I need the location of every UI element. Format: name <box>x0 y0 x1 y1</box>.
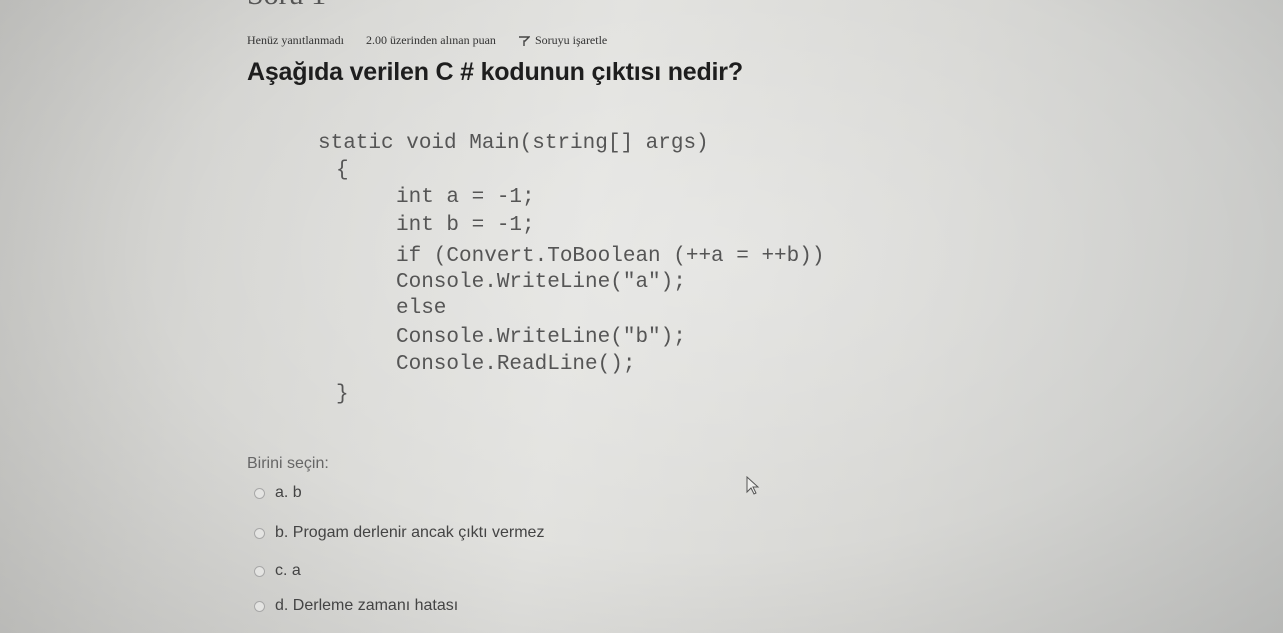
answer-option-d[interactable]: d. Derleme zamanı hatası <box>254 597 458 615</box>
question-info: Henüz yanıtlanmadı 2.00 üzerinden alınan… <box>247 33 607 48</box>
radio-button[interactable] <box>254 527 265 539</box>
flag-icon <box>518 35 530 46</box>
answer-label: b. Progam derlenir ancak çıktı vermez <box>275 524 545 541</box>
radio-button[interactable] <box>254 565 265 577</box>
flag-question-button[interactable]: Soruyu işaretle <box>518 33 607 48</box>
answer-option-a[interactable]: a. b <box>254 484 302 502</box>
code-line: int b = -1; <box>396 214 535 237</box>
code-line: else <box>396 297 447 320</box>
question-grade: 2.00 üzerinden alınan puan <box>365 33 496 47</box>
code-block: static void Main(string[] args) { int a … <box>318 128 918 418</box>
answer-option-c[interactable]: c. a <box>254 562 301 580</box>
code-line: { <box>336 159 349 182</box>
question-number: Soru 1 <box>247 0 326 12</box>
code-line: } <box>336 383 349 406</box>
question-text: Aşağıda verilen C # kodunun çıktısı nedi… <box>247 58 743 86</box>
code-line: Console.WriteLine("b"); <box>396 326 686 349</box>
code-line: int a = -1; <box>396 186 535 209</box>
code-line: static void Main(string[] args) <box>318 132 709 155</box>
question-state: Henüz yanıtlanmadı <box>247 33 344 47</box>
answer-label: c. a <box>275 562 301 579</box>
answer-prompt: Birini seçin: <box>247 455 329 472</box>
code-line: Console.WriteLine("a"); <box>396 271 686 294</box>
mouse-pointer-icon <box>746 476 760 495</box>
radio-button[interactable] <box>254 487 265 499</box>
answer-label: d. Derleme zamanı hatası <box>275 597 459 614</box>
answer-option-b[interactable]: b. Progam derlenir ancak çıktı vermez <box>254 524 544 542</box>
code-line: Console.ReadLine(); <box>396 353 636 376</box>
code-line: if (Convert.ToBoolean (++a = ++b)) <box>396 245 825 268</box>
flag-question-label: Soruyu işaretle <box>534 33 608 47</box>
answer-label: a. b <box>275 484 302 501</box>
radio-button[interactable] <box>254 600 265 612</box>
